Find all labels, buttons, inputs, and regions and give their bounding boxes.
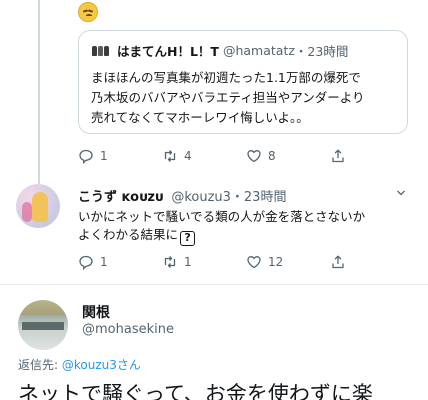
quoted-author-handle: @hamatatz [222, 43, 295, 58]
quoted-tweet-time: ・23時間 [294, 44, 349, 59]
heart-icon [247, 256, 261, 269]
quoted-tweet-card[interactable]: はまてんH！L！T @hamatatz ・23時間 まほほんの写真集が初週たった… [78, 30, 408, 134]
question-mark-emoji-icon: ? [180, 231, 196, 246]
reply-tweet-time: ・23時間 [230, 190, 287, 205]
like-button[interactable]: 12 [246, 254, 330, 270]
like-button[interactable]: 8 [246, 148, 330, 164]
like-count: 8 [268, 149, 276, 163]
thread-connector-line [38, 0, 40, 184]
retweet-icon [164, 256, 176, 268]
reply-tweet-text: いかにネットで騒いでる類の人が金を落とさないか よくわかる結果に? [78, 208, 408, 246]
main-tweet-text: ネットで騒ぐって、お金を使わずに楽 [18, 382, 373, 400]
chevron-down-icon[interactable] [396, 188, 406, 198]
like-count: 12 [268, 255, 284, 269]
reply-tweet-actions: 1 1 12 [78, 254, 352, 270]
retweet-count: 1 [184, 255, 192, 269]
reply-icon [79, 255, 93, 270]
quoted-text-line: まほほんの写真集が初週たった1.1万部の爆死で [91, 70, 361, 85]
reply-text-line: いかにネットで騒いでる類の人が金を落とさないか [78, 209, 366, 224]
reply-tweet-header: こうず ᴋᴏᴜᴢᴜ @kouzu3・23時間 [78, 186, 286, 205]
retweet-button[interactable]: 4 [162, 148, 246, 164]
avatar[interactable] [16, 184, 60, 228]
divider [0, 284, 428, 285]
reply-text-line: よくわかる結果に? [78, 226, 408, 246]
retweet-count: 4 [184, 149, 192, 163]
reply-text-line-2: よくわかる結果に [78, 227, 179, 242]
share-button[interactable] [330, 148, 352, 164]
retweet-icon [164, 150, 176, 162]
quoted-text-line: 乃木坂のババアやバラエティ担当やアンダーより [91, 90, 365, 105]
reply-author-handle: @kouzu3 [171, 190, 231, 205]
reply-count: 1 [100, 149, 108, 163]
share-icon [332, 255, 344, 269]
parent-tweet-actions: 1 4 8 [78, 148, 352, 164]
quoted-author-name: はまてんH！L！T [117, 44, 219, 59]
main-author-handle[interactable]: @mohasekine [82, 322, 174, 337]
share-icon [332, 149, 344, 163]
pensive-face-emoji-icon [78, 2, 98, 22]
reply-button[interactable]: 1 [78, 148, 162, 164]
share-button[interactable] [330, 254, 352, 270]
reply-button[interactable]: 1 [78, 254, 162, 270]
reply-count: 1 [100, 255, 108, 269]
avatar[interactable] [18, 300, 68, 350]
quoted-text-line: 売れてなくてマホーレワイ悔しいよ。。 [91, 110, 309, 125]
main-author-name[interactable]: 関根 [82, 302, 110, 322]
reply-author-name: こうず ᴋᴏᴜᴢᴜ [78, 190, 164, 205]
heart-icon [247, 150, 261, 163]
replying-prefix: 返信先: [18, 358, 62, 372]
quoted-tweet-text: まほほんの写真集が初週たった1.1万部の爆死で 乃木坂のババアやバラエティ担当や… [91, 68, 395, 128]
quoted-author-avatar [91, 44, 111, 58]
replying-to-label: 返信先: @kouzu3さん [18, 356, 141, 373]
retweet-button[interactable]: 1 [162, 254, 246, 270]
reply-icon [79, 149, 93, 164]
quoted-tweet-header: はまてんH！L！T @hamatatz ・23時間 [91, 41, 395, 60]
replying-to-link[interactable]: @kouzu3さん [62, 358, 141, 372]
